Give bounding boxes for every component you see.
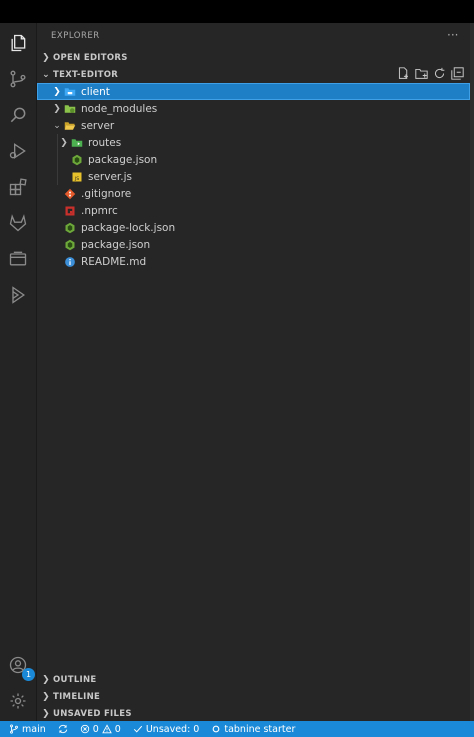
gear-icon[interactable] (6, 689, 30, 713)
folder-client-icon (63, 86, 77, 98)
tree-item-routes[interactable]: ❯ routes (37, 134, 470, 151)
outline-header[interactable]: ❯ OUTLINE (37, 671, 470, 688)
error-icon (80, 724, 89, 734)
branch-status[interactable]: main (9, 724, 46, 735)
problems-status[interactable]: 0 0 (80, 724, 121, 735)
chevron-right-icon: ❯ (53, 103, 61, 114)
tabnine-text: tabnine starter (224, 723, 296, 735)
nodejs-icon (70, 154, 84, 166)
branch-name: main (22, 723, 46, 735)
explorer-toolbar (397, 67, 464, 83)
tree-item-label: routes (88, 136, 122, 149)
explorer-title: EXPLORER (51, 31, 100, 41)
tree-item-package-lock-json[interactable]: package-lock.json (37, 219, 470, 236)
extensions-icon[interactable] (6, 175, 30, 199)
tree-item-label: server.js (88, 170, 132, 183)
tree-item-node-modules[interactable]: ❯ node_modules (37, 100, 470, 117)
tree-item-label: .gitignore (81, 187, 132, 200)
open-editors-header[interactable]: ❯ OPEN EDITORS (37, 50, 470, 66)
nodejs-icon (63, 239, 77, 251)
refresh-icon[interactable] (433, 67, 446, 83)
tree-item-label: server (81, 119, 115, 132)
chevron-right-icon: ❯ (53, 86, 61, 97)
tree-item-label: package.json (81, 238, 151, 251)
tree-item-readme[interactable]: README.md (37, 253, 470, 270)
unsaved-files-label: UNSAVED FILES (53, 708, 132, 719)
remote-explorer-icon[interactable] (6, 247, 30, 271)
npm-icon (63, 205, 77, 217)
chevron-right-icon: ❯ (42, 691, 50, 702)
svg-text:JS: JS (74, 176, 79, 182)
scrollbar[interactable] (470, 23, 474, 721)
info-icon (63, 256, 77, 268)
outline-label: OUTLINE (53, 674, 97, 685)
open-editors-label: OPEN EDITORS (53, 53, 128, 63)
accounts-badge: 1 (22, 668, 35, 681)
unsaved-status[interactable]: Unsaved: 0 (133, 723, 200, 735)
timeline-label: TIMELINE (53, 691, 101, 702)
unsaved-files-header[interactable]: ❯ UNSAVED FILES (37, 705, 470, 722)
chevron-right-icon: ❯ (42, 708, 50, 719)
tree-item-package-json[interactable]: package.json (37, 236, 470, 253)
tree-item-server[interactable]: ⌄ server (37, 117, 470, 134)
sync-status[interactable] (58, 724, 68, 734)
explorer-files-icon[interactable] (6, 31, 30, 55)
timeline-header[interactable]: ❯ TIMELINE (37, 688, 470, 705)
source-control-icon[interactable] (6, 67, 30, 91)
chevron-down-icon: ⌄ (42, 70, 50, 80)
run-debug-icon[interactable] (6, 139, 30, 163)
tree-item-client[interactable]: ❯ client (37, 83, 470, 100)
collapse-all-icon[interactable] (451, 67, 464, 83)
tree-item-label: package-lock.json (81, 221, 176, 234)
js-icon: JS (70, 171, 84, 183)
activity-bar: 1 (0, 23, 37, 721)
tree-item-label: README.md (81, 255, 147, 268)
indent-guide (57, 151, 58, 168)
file-tree: ❯ client ❯ node_modules ⌄ server ❯ route… (37, 83, 470, 270)
window-title-bar (0, 0, 474, 23)
folder-open-icon (63, 120, 77, 132)
tree-item-label: node_modules (81, 102, 158, 115)
bottom-panels: ❯ OUTLINE ❯ TIMELINE ❯ UNSAVED FILES (37, 671, 470, 722)
tree-item-server-package-json[interactable]: package.json (37, 151, 470, 168)
workspace-label: TEXT-EDITOR (53, 70, 119, 80)
indent-guide (57, 134, 58, 151)
tree-item-npmrc[interactable]: .npmrc (37, 202, 470, 219)
live-share-icon[interactable] (6, 283, 30, 307)
unsaved-text: Unsaved: 0 (145, 723, 200, 735)
tree-item-gitignore[interactable]: .gitignore (37, 185, 470, 202)
accounts-icon[interactable]: 1 (6, 653, 35, 681)
chevron-right-icon: ❯ (42, 674, 50, 685)
folder-node-icon (63, 103, 77, 115)
git-icon (63, 188, 77, 200)
tabnine-icon (212, 725, 220, 733)
status-bar: main 0 0 Unsaved: 0 tabnine starter (0, 721, 474, 737)
chevron-right-icon: ❯ (60, 137, 68, 148)
gitlab-icon[interactable] (6, 211, 30, 235)
warning-icon (101, 724, 112, 734)
tree-item-label: .npmrc (81, 204, 118, 217)
tabnine-status[interactable]: tabnine starter (211, 724, 295, 735)
more-actions-icon[interactable]: ··· (447, 28, 458, 42)
explorer-sidebar: EXPLORER ··· ❯ OPEN EDITORS ⌄ TEXT-EDITO… (37, 23, 470, 721)
warning-count: 0 (114, 723, 121, 735)
search-icon[interactable] (6, 103, 30, 127)
indent-guide (57, 168, 58, 185)
tree-item-label: client (81, 85, 110, 98)
check-icon (133, 725, 142, 733)
git-branch-icon (10, 724, 18, 734)
new-file-icon[interactable] (397, 67, 410, 83)
workspace-header[interactable]: ⌄ TEXT-EDITOR (37, 67, 470, 83)
chevron-right-icon: ❯ (42, 53, 50, 63)
error-count: 0 (92, 723, 99, 735)
tree-item-label: package.json (88, 153, 158, 166)
new-folder-icon[interactable] (415, 67, 428, 83)
tree-item-server-js[interactable]: JS server.js (37, 168, 470, 185)
folder-routes-icon (70, 137, 84, 149)
sync-icon (58, 724, 67, 734)
nodejs-icon (63, 222, 77, 234)
chevron-down-icon: ⌄ (53, 120, 61, 131)
